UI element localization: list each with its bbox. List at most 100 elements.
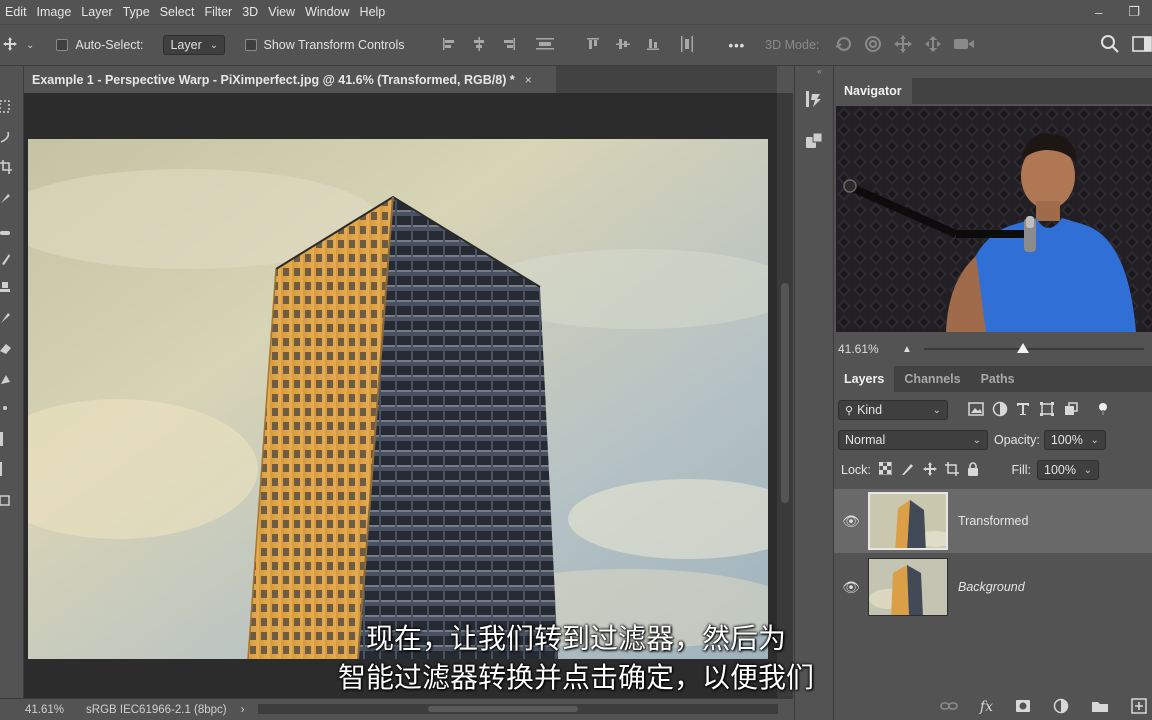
layer-filter-kind-dropdown[interactable]: ⚲ Kind ⌄ (838, 400, 948, 420)
tool-preset-chevron-icon[interactable]: ⌄ (26, 40, 34, 51)
transform-controls-checkbox[interactable] (245, 39, 258, 51)
menu-view[interactable]: View (263, 0, 300, 24)
marquee-tool-icon[interactable] (0, 100, 12, 114)
eyedropper-tool-icon[interactable] (0, 190, 12, 204)
new-group-icon[interactable] (1091, 699, 1109, 716)
align-vertical-centers-icon[interactable] (615, 36, 631, 55)
zoom-slider-track (923, 348, 1144, 350)
visibility-eye-icon[interactable]: 👁 (834, 579, 868, 596)
history-panel-icon[interactable] (805, 90, 823, 111)
move-tool-icon[interactable] (2, 36, 18, 55)
close-tab-button[interactable]: × (525, 73, 532, 87)
auto-select-checkbox[interactable] (56, 39, 69, 51)
layer-thumbnail[interactable] (868, 492, 948, 550)
document-image[interactable] (28, 139, 768, 659)
tab-channels[interactable]: Channels (894, 366, 970, 392)
layer-row-background[interactable]: 👁 Background (834, 555, 1152, 619)
filter-shape-icon[interactable] (1040, 401, 1054, 419)
layer-row-transformed[interactable]: 👁 Transformed (834, 489, 1152, 553)
filter-type-icon[interactable] (1016, 402, 1030, 419)
layer-name[interactable]: Background (958, 580, 1025, 594)
h-scroll-thumb[interactable] (428, 706, 578, 712)
minimize-button[interactable]: – (1095, 5, 1102, 20)
new-layer-icon[interactable] (1131, 697, 1147, 717)
menu-help[interactable]: Help (355, 0, 391, 24)
3d-orbit-icon[interactable] (833, 35, 855, 56)
healing-tool-icon[interactable] (0, 226, 12, 240)
zoom-slider[interactable] (923, 343, 1144, 355)
lock-artboard-icon[interactable] (944, 461, 959, 479)
type-tool-icon[interactable] (0, 462, 12, 476)
lock-position-icon[interactable] (922, 461, 937, 479)
menu-type[interactable]: Type (118, 0, 155, 24)
tab-paths[interactable]: Paths (971, 366, 1025, 392)
status-info-arrow[interactable]: › (241, 704, 245, 716)
tab-navigator[interactable]: Navigator (834, 78, 912, 104)
chevron-down-icon: ⌄ (1083, 464, 1092, 476)
navigator-zoom-value[interactable]: 41.61% (838, 342, 902, 356)
layer-name[interactable]: Transformed (958, 514, 1028, 528)
3d-roll-icon[interactable] (863, 34, 883, 57)
distribute-vertical-icon[interactable] (535, 36, 555, 55)
link-layers-icon[interactable] (940, 700, 958, 715)
menu-3d[interactable]: 3D (237, 0, 263, 24)
eraser-tool-icon[interactable] (0, 342, 12, 356)
menu-edit[interactable]: Edit (0, 0, 32, 24)
dodge-tool-icon[interactable] (0, 402, 12, 416)
lock-transparent-icon[interactable] (878, 461, 893, 478)
menu-select[interactable]: Select (155, 0, 200, 24)
pen-tool-icon[interactable] (0, 432, 12, 446)
filter-pixel-icon[interactable] (968, 401, 984, 419)
workspace-icon[interactable] (1132, 35, 1152, 56)
gradient-tool-icon[interactable] (0, 372, 12, 386)
3d-pan-icon[interactable] (893, 34, 913, 57)
menu-window[interactable]: Window (300, 0, 354, 24)
menu-image[interactable]: Image (32, 0, 77, 24)
layer-thumbnail[interactable] (868, 558, 948, 616)
opacity-field[interactable]: 100% ⌄ (1043, 430, 1106, 450)
status-zoom[interactable]: 41.61% (25, 704, 64, 716)
fx-icon[interactable]: fx (980, 699, 993, 715)
restore-button[interactable]: ❐ (1128, 4, 1140, 20)
adjustment-layer-icon[interactable] (1053, 698, 1069, 717)
brush-tool-icon[interactable] (0, 252, 12, 266)
align-bottom-edges-icon[interactable] (645, 36, 661, 55)
zoom-out-icon[interactable]: ▲ (902, 344, 912, 355)
fill-field[interactable]: 100% ⌄ (1037, 460, 1099, 480)
blend-mode-dropdown[interactable]: Normal ⌄ (838, 430, 988, 450)
visibility-eye-icon[interactable]: 👁 (834, 513, 868, 530)
scroll-thumb[interactable] (781, 283, 789, 503)
crop-tool-icon[interactable] (0, 160, 12, 174)
collapse-icon[interactable]: « (817, 66, 822, 76)
canvas-area[interactable] (24, 93, 777, 698)
distribute-horizontal-icon[interactable] (679, 35, 695, 56)
align-top-edges-icon[interactable] (585, 36, 601, 55)
search-icon[interactable] (1100, 34, 1120, 57)
history-brush-icon[interactable] (0, 310, 12, 324)
menu-filter[interactable]: Filter (199, 0, 237, 24)
lock-image-icon[interactable] (901, 462, 915, 479)
3d-scale-icon[interactable] (953, 36, 975, 55)
align-left-edges-icon[interactable] (441, 36, 457, 55)
vertical-scrollbar[interactable] (777, 93, 793, 698)
menu-layer[interactable]: Layer (76, 0, 117, 24)
add-mask-icon[interactable] (1015, 699, 1031, 716)
filter-adjustment-icon[interactable] (992, 401, 1008, 420)
3d-slide-icon[interactable] (923, 34, 943, 57)
lock-all-icon[interactable] (967, 461, 979, 479)
horizontal-scrollbar[interactable] (258, 704, 778, 714)
properties-panel-icon[interactable] (805, 132, 823, 153)
navigator-preview[interactable] (836, 106, 1152, 332)
align-horizontal-centers-icon[interactable] (471, 36, 487, 55)
lasso-tool-icon[interactable] (0, 130, 12, 144)
align-right-edges-icon[interactable] (501, 36, 517, 55)
document-tab[interactable]: Example 1 - Perspective Warp - PiXimperf… (24, 66, 556, 93)
more-options-button[interactable]: ••• (729, 38, 746, 53)
path-selection-icon[interactable] (0, 494, 12, 508)
stamp-tool-icon[interactable] (0, 280, 12, 294)
filter-smart-object-icon[interactable] (1064, 401, 1078, 419)
zoom-slider-thumb[interactable] (1016, 343, 1029, 353)
tab-layers[interactable]: Layers (834, 366, 895, 392)
auto-select-target-dropdown[interactable]: Layer ⌄ (163, 35, 226, 55)
filter-toggle-icon[interactable] (1098, 402, 1108, 419)
